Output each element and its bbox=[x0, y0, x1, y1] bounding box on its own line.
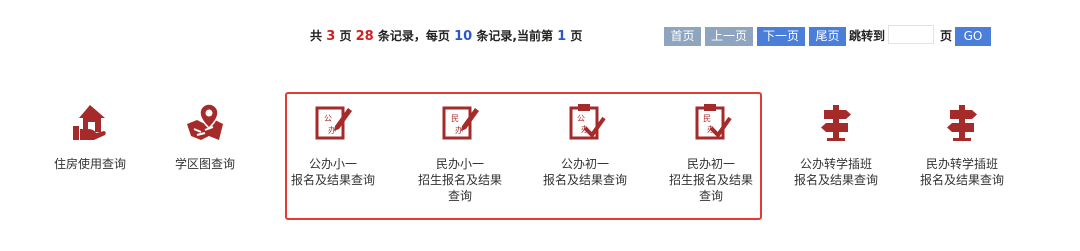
label-line: 公办初一 bbox=[560, 157, 609, 171]
label-line: 报名及结果查询 bbox=[919, 173, 1004, 187]
records-summary: 共 3 页 28 条记录，每页 10 条记录,当前第 1 页 bbox=[310, 27, 582, 46]
clipboard-check-icon: 民 办 bbox=[695, 104, 732, 140]
housing-usage-query[interactable]: 住房使用查询 bbox=[30, 102, 150, 172]
page-number-input[interactable] bbox=[888, 25, 934, 44]
first-page-button[interactable]: 首页 bbox=[664, 27, 701, 46]
private-primary-grade1-query[interactable]: 民 办 民办小一 招生报名及结果 查询 bbox=[400, 102, 520, 204]
item-label: 住房使用查询 bbox=[30, 156, 150, 172]
total-records: 28 bbox=[355, 29, 374, 44]
summary-text: 条记录,当前第 bbox=[476, 29, 553, 43]
item-label: 学区图查询 bbox=[145, 156, 265, 172]
map-pin-icon bbox=[187, 103, 223, 140]
svg-text:民: 民 bbox=[703, 114, 711, 123]
label-line: 民办初一 bbox=[686, 157, 735, 171]
svg-text:公: 公 bbox=[577, 114, 585, 123]
next-page-button[interactable]: 下一页 bbox=[757, 27, 805, 46]
private-junior-grade1-query[interactable]: 民 办 民办初一 招生报名及结果 查询 bbox=[651, 102, 771, 204]
signpost-icon bbox=[821, 105, 851, 141]
label-line: 公办小一 bbox=[308, 157, 357, 171]
label-line: 学区图查询 bbox=[174, 157, 235, 171]
item-label: 公办小一 报名及结果查询 bbox=[273, 156, 393, 188]
total-pages: 3 bbox=[326, 29, 336, 44]
svg-text:民: 民 bbox=[451, 114, 459, 123]
item-label: 民办转学插班 报名及结果查询 bbox=[902, 156, 1022, 188]
label-line: 民办小一 bbox=[435, 157, 484, 171]
form-pen-icon: 民 办 bbox=[442, 106, 479, 140]
prev-page-button[interactable]: 上一页 bbox=[705, 27, 753, 46]
school-district-map-query[interactable]: 学区图查询 bbox=[145, 102, 265, 172]
item-label: 民办小一 招生报名及结果 查询 bbox=[400, 156, 520, 204]
label-line: 报名及结果查询 bbox=[793, 173, 878, 187]
clipboard-check-icon: 公 办 bbox=[569, 104, 606, 140]
summary-text: 条记录，每页 bbox=[377, 29, 450, 43]
label-line: 招生报名及结果 bbox=[668, 173, 753, 187]
page-unit-label: 页 bbox=[940, 29, 953, 43]
svg-text:公: 公 bbox=[324, 114, 332, 123]
public-junior-grade1-query[interactable]: 公 办 公办初一 报名及结果查询 bbox=[525, 102, 645, 188]
item-label: 公办转学插班 报名及结果查询 bbox=[776, 156, 896, 188]
records-per-page: 10 bbox=[454, 29, 473, 44]
private-transfer-query[interactable]: 民办转学插班 报名及结果查询 bbox=[902, 102, 1022, 188]
go-button[interactable]: GO bbox=[955, 27, 991, 46]
label-line: 公办转学插班 bbox=[799, 157, 872, 171]
jump-to-label: 跳转到 bbox=[849, 29, 886, 43]
summary-text: 页 bbox=[570, 29, 583, 43]
signpost-icon bbox=[947, 105, 977, 141]
public-primary-grade1-query[interactable]: 公 办 公办小一 报名及结果查询 bbox=[273, 102, 393, 188]
label-line: 查询 bbox=[447, 189, 472, 203]
house-hand-icon bbox=[73, 105, 106, 140]
form-pen-icon: 公 办 bbox=[315, 106, 352, 140]
label-line: 报名及结果查询 bbox=[542, 173, 627, 187]
summary-text: 页 bbox=[339, 29, 352, 43]
label-line: 查询 bbox=[698, 189, 723, 203]
last-page-button[interactable]: 尾页 bbox=[809, 27, 846, 46]
label-line: 招生报名及结果 bbox=[417, 173, 502, 187]
item-label: 民办初一 招生报名及结果 查询 bbox=[651, 156, 771, 204]
current-page: 1 bbox=[557, 29, 567, 44]
label-line: 住房使用查询 bbox=[53, 157, 126, 171]
pagination-bar: 共 3 页 28 条记录，每页 10 条记录,当前第 1 页 首页 上一页 下一… bbox=[0, 25, 1080, 47]
label-line: 报名及结果查询 bbox=[290, 173, 375, 187]
summary-text: 共 bbox=[310, 29, 323, 43]
label-line: 民办转学插班 bbox=[925, 157, 998, 171]
item-label: 公办初一 报名及结果查询 bbox=[525, 156, 645, 188]
public-transfer-query[interactable]: 公办转学插班 报名及结果查询 bbox=[776, 102, 896, 188]
